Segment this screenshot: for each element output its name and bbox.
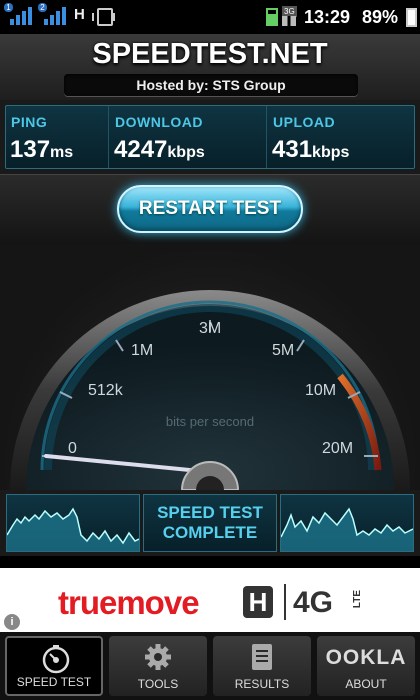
sim2-badge: 2: [38, 3, 47, 12]
ad-lte-text: LTE: [352, 590, 363, 609]
upload-unit: kbps: [312, 144, 350, 161]
upload-result: UPLOAD 431kbps: [268, 106, 414, 168]
tab-about-label: ABOUT: [345, 677, 387, 691]
gauge-label-5m: 5M: [272, 342, 295, 359]
ad-separator: [284, 584, 286, 620]
speed-gauge: 0 512k 1M 3M 5M 10M 20M bits per second: [0, 244, 420, 490]
download-unit: kbps: [167, 144, 205, 161]
ookla-logo: OOKLA: [325, 646, 407, 669]
gauge-label-1m: 1M: [131, 342, 154, 359]
status-line-2: COMPLETE: [162, 523, 258, 542]
tab-tools[interactable]: TOOLS: [109, 636, 207, 696]
upload-number: 431: [272, 136, 313, 163]
gauge-label-0: 0: [68, 440, 77, 457]
vibrate-icon: [92, 8, 115, 26]
tab-tools-label: TOOLS: [137, 677, 179, 691]
upload-graph: [280, 494, 414, 552]
results-panel: PING 137ms DOWNLOAD 4247kbps UPLOAD 431k…: [0, 100, 420, 174]
tab-about[interactable]: OOKLA ABOUT: [317, 636, 415, 696]
gear-icon: [145, 644, 171, 670]
download-graph-line: [6, 507, 140, 551]
upload-graph-line: [280, 507, 414, 551]
battery-icon: [406, 8, 417, 27]
h-network-icon: H: [74, 6, 85, 23]
sim1-signal-icon: 1: [4, 3, 32, 25]
results-box: PING 137ms DOWNLOAD 4247kbps UPLOAD 431k…: [5, 105, 415, 169]
battery-percent: 89%: [362, 7, 399, 27]
download-label: DOWNLOAD: [115, 114, 203, 130]
bits-per-second-caption: bits per second: [165, 414, 255, 429]
document-list-icon: [252, 644, 272, 670]
tab-results-label: RESULTS: [234, 677, 290, 691]
clock: 13:29: [304, 7, 351, 27]
ad-brand-text: truemove: [58, 584, 200, 621]
ping-unit: ms: [50, 144, 74, 161]
ping-number: 137: [10, 136, 51, 163]
download-result: DOWNLOAD 4247kbps: [110, 106, 267, 168]
speedtest-logo: SPEEDTEST.NET: [92, 38, 328, 70]
tab-speed-test[interactable]: SPEED TEST: [5, 636, 103, 696]
status-line-1: SPEED TEST: [157, 503, 263, 522]
gauge-label-3m: 3M: [199, 320, 222, 337]
hosted-by-label[interactable]: Hosted by: STS Group: [64, 74, 358, 96]
test-status-box: SPEED TEST COMPLETE: [143, 494, 277, 552]
status-bar: 1 2 H 3G 13:29 89%: [0, 0, 420, 34]
ping-label: PING: [11, 114, 48, 130]
test-complete-status: SPEED TEST COMPLETE: [144, 503, 276, 543]
graph-panel: SPEED TEST COMPLETE: [0, 490, 420, 556]
ad-info-icon[interactable]: i: [4, 614, 20, 630]
sim2-signal-icon: 2: [38, 3, 66, 25]
gauge-label-10m: 10M: [305, 382, 337, 399]
sim1-badge: 1: [4, 3, 13, 12]
tab-speed-test-label: SPEED TEST: [16, 675, 92, 689]
advertisement-banner[interactable]: truemove H 4G LTE i: [0, 568, 420, 632]
ad-h-badge: H: [243, 586, 273, 618]
speedometer-icon: [42, 645, 70, 674]
3g-signal-icon: [282, 16, 296, 26]
gauge-label-512k: 512k: [88, 382, 123, 399]
battery-charging-icon: [266, 8, 278, 26]
download-graph: [6, 494, 140, 552]
app-header: SPEEDTEST.NET Hosted by: STS Group: [0, 34, 420, 100]
ad-4g-text: 4G: [293, 586, 334, 619]
upload-value: 431kbps: [272, 136, 349, 164]
gauge-graphic: [10, 290, 410, 490]
upload-label: UPLOAD: [273, 114, 336, 130]
restart-test-button[interactable]: RESTART TEST: [117, 185, 303, 233]
tab-results[interactable]: RESULTS: [213, 636, 311, 696]
restart-area: RESTART TEST: [0, 174, 420, 244]
bottom-tab-bar: SPEED TEST TOOLS RESULTS OOKLA ABOUT: [0, 632, 420, 700]
download-number: 4247: [114, 136, 168, 163]
ping-value: 137ms: [10, 136, 73, 164]
gauge-label-20m: 20M: [322, 440, 354, 457]
download-value: 4247kbps: [114, 136, 205, 164]
ping-result: PING 137ms: [6, 106, 109, 168]
